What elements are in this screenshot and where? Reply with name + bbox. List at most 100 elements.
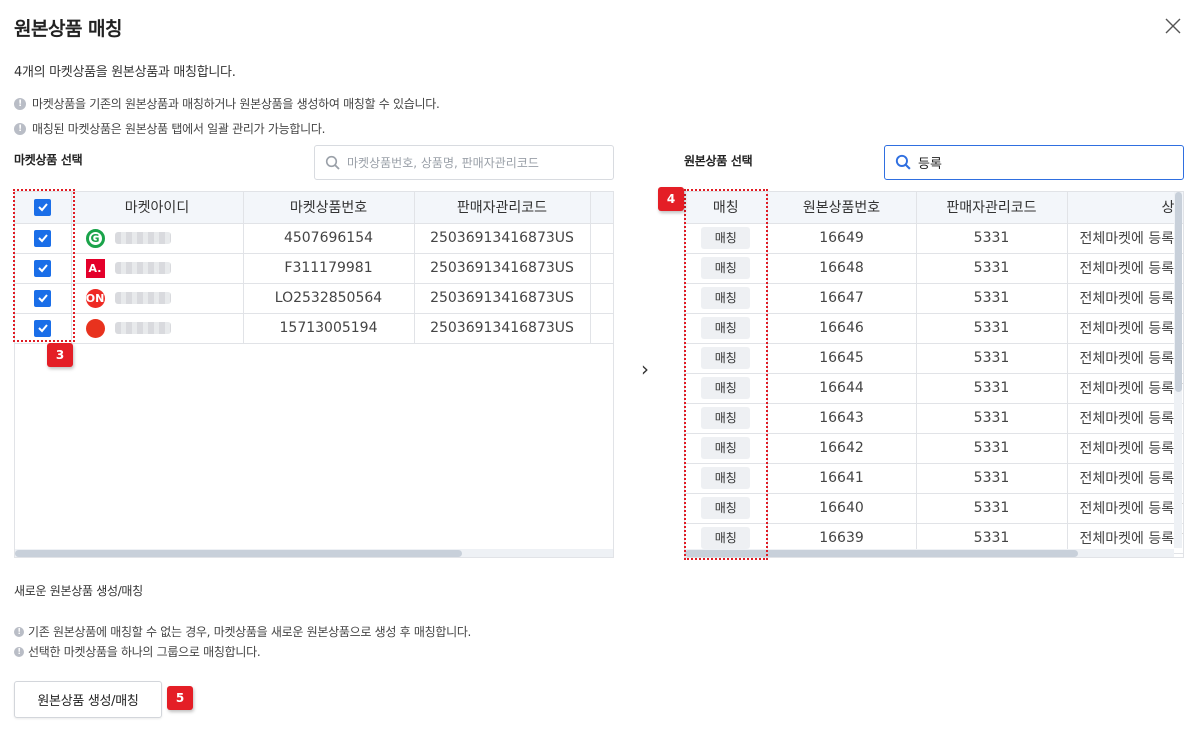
seller-code-cell: 25036913416873US	[414, 283, 591, 314]
info-icon: !	[14, 626, 24, 637]
original-no-cell: 16642	[767, 433, 917, 464]
dialog-title: 원본상품 매칭	[14, 18, 123, 40]
original-no-cell: 16643	[767, 403, 917, 434]
seller-code-cell: 5331	[916, 313, 1068, 344]
original-search[interactable]	[884, 145, 1184, 180]
market-logo-icon: ON	[85, 288, 105, 308]
redacted-market-id	[114, 322, 171, 334]
seller-code-cell: 5331	[916, 373, 1068, 404]
column-header[interactable]: 원본상품번호	[767, 192, 917, 224]
product-name-cell: 전체마켓에 등록	[1067, 463, 1183, 494]
column-header[interactable]: 마켓아이디	[71, 192, 244, 224]
original-no-cell: 16644	[767, 373, 917, 404]
market-row[interactable]: 15713005194 25036913416873US	[15, 313, 613, 344]
redacted-market-id	[114, 262, 171, 274]
market-logo-icon: G	[85, 228, 105, 248]
info-line: ! 기존 원본상품에 매칭할 수 없는 경우, 마켓상품을 새로운 원본상품으로…	[14, 623, 471, 640]
scroll-thumb[interactable]	[15, 550, 462, 557]
market-logo-icon	[85, 318, 105, 338]
step-badge: 5	[167, 686, 193, 710]
column-header[interactable]: 마켓상품번호	[243, 192, 415, 224]
seller-code-cell: 25036913416873US	[414, 313, 591, 344]
info-text: 마켓상품을 기존의 원본상품과 매칭하거나 원본상품을 생성하여 매칭할 수 있…	[32, 97, 440, 111]
empty-cell	[590, 253, 613, 284]
product-name-cell: 전체마켓에 등록	[1067, 283, 1183, 314]
market-row[interactable]: G 4507696154 25036913416873US	[15, 223, 613, 254]
column-header[interactable]: 상	[1067, 192, 1183, 224]
seller-code-cell: 25036913416873US	[414, 223, 591, 254]
info-icon: !	[14, 97, 26, 110]
original-no-cell: 16645	[767, 343, 917, 374]
market-hscrollbar[interactable]	[15, 549, 613, 557]
info-icon: !	[14, 122, 26, 135]
original-no-cell: 16647	[767, 283, 917, 314]
original-no-cell: 16640	[767, 493, 917, 524]
seller-code-cell: 5331	[916, 223, 1068, 254]
original-search-input[interactable]	[918, 155, 1183, 170]
market-id-cell: G	[71, 223, 244, 254]
market-row[interactable]: ON LO2532850564 25036913416873US	[15, 283, 613, 314]
market-table: 마켓아이디 마켓상품번호 판매자관리코드 G 4507696154 250369…	[15, 192, 613, 344]
original-no-cell: 16648	[767, 253, 917, 284]
highlight-match-column	[684, 189, 768, 560]
info-text: 매칭된 마켓상품은 원본상품 탭에서 일괄 관리가 가능합니다.	[32, 122, 326, 136]
market-id-cell	[71, 313, 244, 344]
empty-cell	[590, 313, 613, 344]
info-text: 선택한 마켓상품을 하나의 그룹으로 매칭합니다.	[28, 645, 261, 659]
seller-code-cell: 5331	[916, 343, 1068, 374]
seller-code-cell: 25036913416873US	[414, 253, 591, 284]
info-line: ! 마켓상품을 기존의 원본상품과 매칭하거나 원본상품을 생성하여 매칭할 수…	[14, 95, 440, 112]
product-no-cell: 4507696154	[243, 223, 415, 254]
product-name-cell: 전체마켓에 등록	[1067, 343, 1183, 374]
original-no-cell: 16641	[767, 463, 917, 494]
product-name-cell: 전체마켓에 등록하	[1067, 493, 1183, 524]
seller-code-cell: 5331	[916, 433, 1068, 464]
seller-code-cell: 5331	[916, 463, 1068, 494]
product-no-cell: F311179981	[243, 253, 415, 284]
market-row[interactable]: A. F311179981 25036913416873US	[15, 253, 613, 284]
search-icon	[325, 155, 340, 170]
info-line: ! 선택한 마켓상품을 하나의 그룹으로 매칭합니다.	[14, 643, 261, 660]
column-header	[590, 192, 613, 224]
close-icon[interactable]	[1161, 14, 1185, 38]
create-section-label: 새로운 원본상품 생성/매칭	[14, 584, 143, 598]
original-section-label: 원본상품 선택	[684, 154, 753, 168]
product-name-cell: 전체마켓에 등록	[1067, 433, 1183, 464]
redacted-market-id	[114, 232, 171, 244]
market-id-cell: A.	[71, 253, 244, 284]
search-icon	[895, 154, 911, 170]
product-name-cell: 전체마켓에 등록	[1067, 223, 1183, 254]
seller-code-cell: 5331	[916, 253, 1068, 284]
original-no-cell: 16646	[767, 313, 917, 344]
market-logo-icon: A.	[85, 258, 105, 278]
scroll-thumb[interactable]	[1175, 192, 1182, 392]
column-header[interactable]: 판매자관리코드	[414, 192, 591, 224]
empty-cell	[590, 223, 613, 254]
product-name-cell: 전체마켓에 등록하	[1067, 373, 1183, 404]
product-no-cell: LO2532850564	[243, 283, 415, 314]
column-header[interactable]: 판매자관리코드	[916, 192, 1068, 224]
product-no-cell: 15713005194	[243, 313, 415, 344]
info-text: 기존 원본상품에 매칭할 수 없는 경우, 마켓상품을 새로운 원본상품으로 생…	[28, 625, 472, 639]
market-id-cell: ON	[71, 283, 244, 314]
create-original-button[interactable]: 원본상품 생성/매칭	[14, 681, 162, 718]
market-table-panel: 마켓아이디 마켓상품번호 판매자관리코드 G 4507696154 250369…	[14, 191, 614, 558]
info-line: ! 매칭된 마켓상품은 원본상품 탭에서 일괄 관리가 가능합니다.	[14, 120, 325, 137]
step-badge: 3	[47, 343, 73, 367]
product-name-cell: 전체마켓에 등록	[1067, 253, 1183, 284]
seller-code-cell: 5331	[916, 493, 1068, 524]
seller-code-cell: 5331	[916, 283, 1068, 314]
product-name-cell: 전체마켓에 등록	[1067, 403, 1183, 434]
highlight-checkbox-column	[13, 189, 75, 342]
info-icon: !	[14, 646, 24, 657]
empty-cell	[590, 283, 613, 314]
match-summary: 4개의 마켓상품을 원본상품과 매칭합니다.	[14, 65, 236, 80]
product-name-cell: 전체마켓에 등록	[1067, 313, 1183, 344]
market-search-input[interactable]	[347, 155, 613, 170]
redacted-market-id	[114, 292, 171, 304]
step-badge: 4	[658, 187, 684, 211]
original-no-cell: 16649	[767, 223, 917, 254]
original-vscrollbar[interactable]	[1174, 192, 1182, 548]
market-search[interactable]	[314, 145, 614, 180]
seller-code-cell: 5331	[916, 403, 1068, 434]
